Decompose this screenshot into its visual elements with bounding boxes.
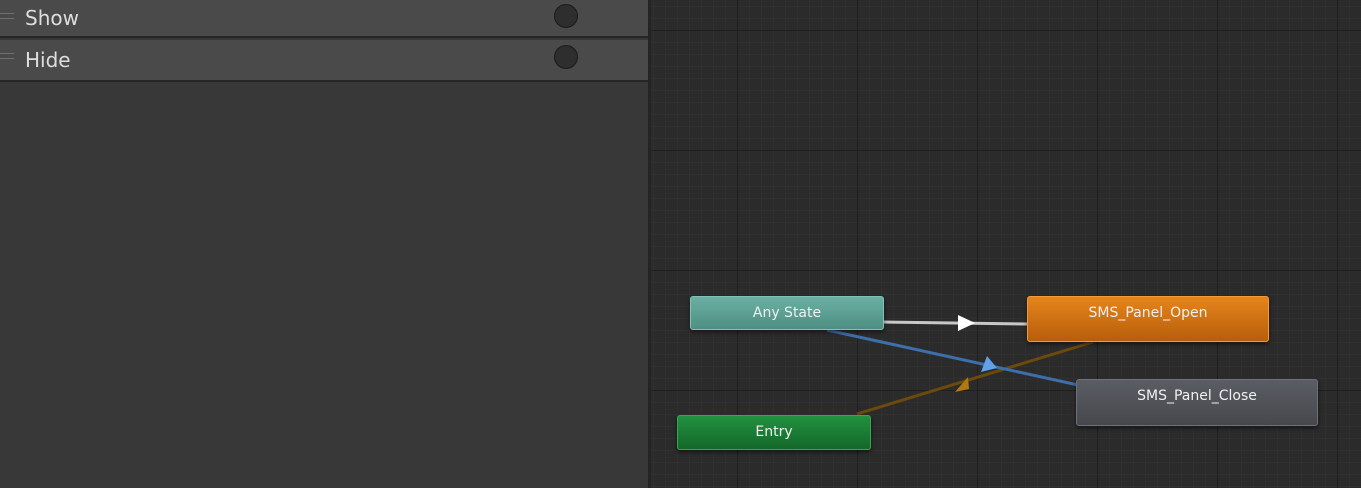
state-label: Any State [752,305,822,321]
drag-handle-icon[interactable] [0,13,14,19]
state-label: SMS_Panel_Open [1088,305,1208,321]
state-label: Entry [755,424,793,440]
state-sms-panel-close[interactable]: SMS_Panel_Close [1076,379,1318,426]
parameter-row-show[interactable]: Show [0,0,648,38]
drag-handle-icon[interactable] [0,53,14,59]
parameter-name[interactable]: Show [25,6,79,30]
transition-entry-to-open[interactable] [856,340,1094,416]
trigger-toggle[interactable] [554,45,578,69]
trigger-toggle[interactable] [554,4,578,28]
state-sms-panel-open[interactable]: SMS_Panel_Open [1027,296,1269,342]
state-any-state[interactable]: Any State [690,296,884,330]
parameters-panel: Show Hide [0,0,648,488]
transition-arrow-icon [958,315,975,331]
transition-any-to-open[interactable] [883,320,1028,326]
parameter-name[interactable]: Hide [25,48,71,72]
state-entry[interactable]: Entry [677,415,871,450]
parameter-row-hide[interactable]: Hide [0,40,648,82]
animator-graph[interactable]: Any State Entry SMS_Panel_Open SMS_Panel… [651,0,1361,488]
state-label: SMS_Panel_Close [1137,388,1257,404]
